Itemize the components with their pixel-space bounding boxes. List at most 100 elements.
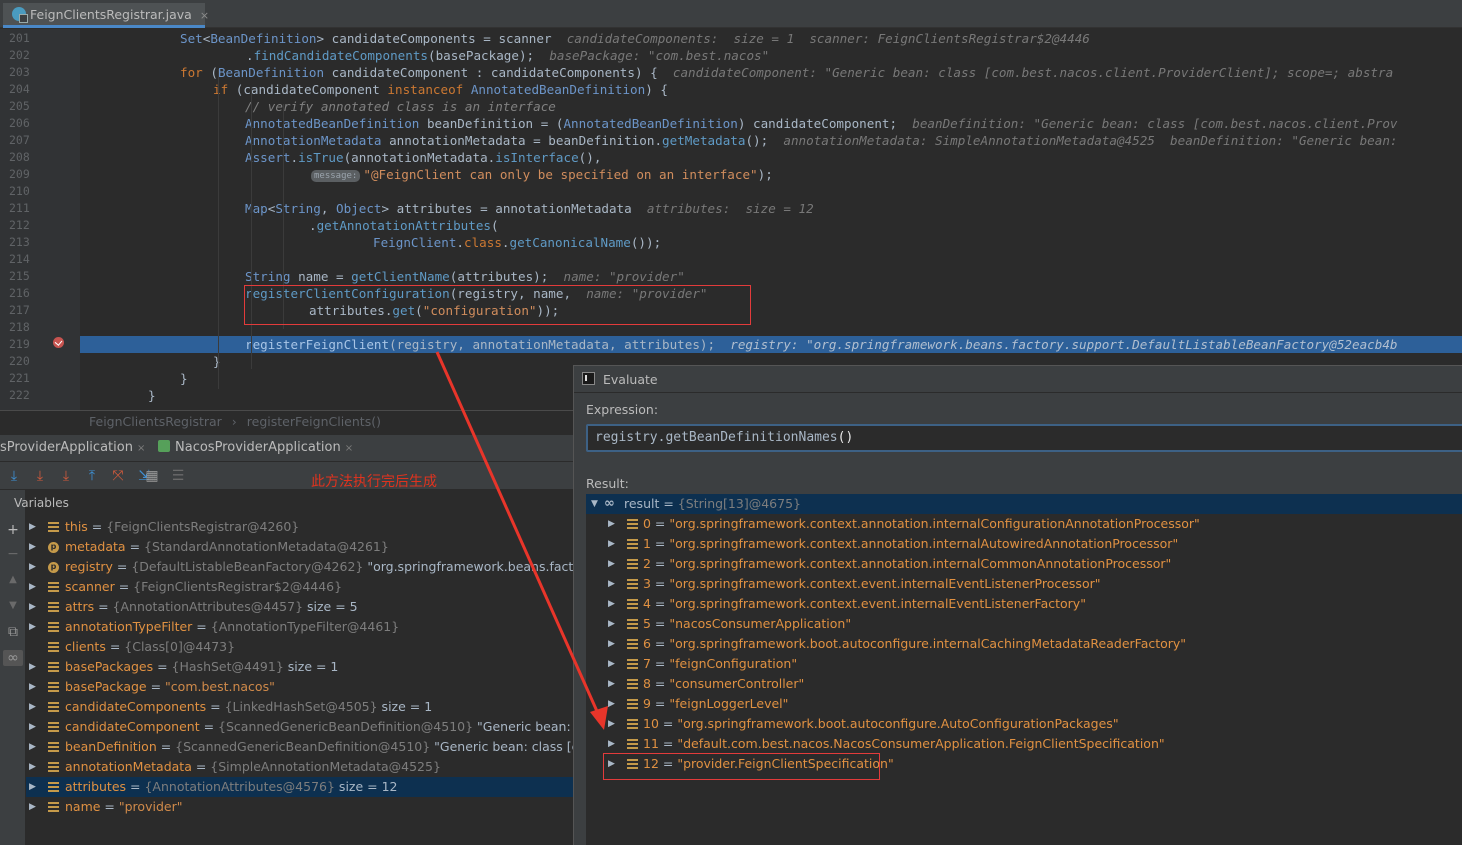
code-line[interactable]: } (80, 370, 188, 387)
debug-tab-provider[interactable]: NacosProviderApplication × (158, 440, 353, 455)
expand-arrow-icon[interactable]: ▶ (608, 614, 615, 634)
code-line[interactable]: if (candidateComponent instanceof Annota… (80, 81, 668, 98)
code-line[interactable]: Set<BeanDefinition> candidateComponents … (80, 30, 1090, 47)
expand-arrow-icon[interactable]: ▶ (608, 594, 615, 614)
expand-arrow-icon[interactable]: ▶ (608, 694, 615, 714)
code-line[interactable] (80, 319, 245, 336)
variable-row-annotationMetadata[interactable]: ▶ annotationMetadata = {SimpleAnnotationM… (26, 757, 573, 777)
code-line[interactable]: } (80, 353, 221, 370)
expand-arrow-icon[interactable]: ▶ (29, 617, 36, 637)
expand-arrow-icon[interactable]: ▶ (608, 674, 615, 694)
expand-arrow-icon[interactable]: ▶ (29, 777, 36, 797)
expand-arrow-icon[interactable]: ▶ (29, 597, 36, 617)
expand-arrow-icon[interactable]: ▶ (29, 737, 36, 757)
code-line[interactable] (80, 183, 245, 200)
trace-stream-icon[interactable]: ☰ (170, 468, 186, 484)
breakpoint-icon[interactable] (53, 337, 64, 348)
code-line[interactable]: AnnotationMetadata annotationMetadata = … (80, 132, 1398, 149)
step-over-icon[interactable]: ⤓ (6, 468, 22, 484)
code-line[interactable]: // verify annotated class is an interfac… (80, 98, 556, 115)
result-item-row[interactable]: ▶ 0 = "org.springframework.context.annota… (586, 514, 1462, 534)
editor-gutter[interactable]: 201 202 203 204 205 206 207 208 209 210 211 212 213 2… (0, 29, 80, 410)
move-up-icon[interactable]: ▲ (5, 572, 21, 588)
code-line[interactable]: AnnotatedBeanDefinition beanDefinition =… (80, 115, 1398, 132)
variable-row-attributes[interactable]: ▶ attributes = {AnnotationAttributes@4576… (26, 777, 573, 797)
collapse-arrow-icon[interactable]: ▼ (591, 494, 598, 514)
add-watch-icon[interactable]: + (5, 522, 21, 538)
variable-row-scanner[interactable]: ▶ scanner = {FeignClientsRegistrar$2@4446… (26, 577, 573, 597)
expand-arrow-icon[interactable]: ▶ (608, 734, 615, 754)
variable-row-this[interactable]: ▶ this = {FeignClientsRegistrar@4260} (26, 517, 573, 537)
result-item-row[interactable]: ▶ 5 = "nacosConsumerApplication" (586, 614, 1462, 634)
expand-arrow-icon[interactable]: ▶ (608, 554, 615, 574)
result-tree[interactable]: ▼ ∞ result = {String[13]@4675} ▶ 0 = "org.sp… (586, 494, 1462, 845)
result-item-row[interactable]: ▶ 11 = "default.com.best.nacos.NacosConsu… (586, 734, 1462, 754)
expand-arrow-icon[interactable]: ▶ (29, 697, 36, 717)
result-item-row[interactable]: ▶ 1 = "org.springframework.context.annota… (586, 534, 1462, 554)
editor-tab-feignclientsregistrar[interactable]: FeignClientsRegistrar.java × (3, 3, 209, 28)
expression-input[interactable]: registry.getBeanDefinitionNames() (586, 424, 1462, 452)
move-down-icon[interactable]: ▼ (5, 598, 21, 614)
expand-arrow-icon[interactable]: ▶ (608, 714, 615, 734)
result-root-row[interactable]: ▼ ∞ result = {String[13]@4675} (586, 494, 1462, 514)
show-watches-icon[interactable]: ∞ (3, 650, 23, 666)
code-line[interactable]: FeignClient.class.getCanonicalName()); (80, 234, 661, 251)
breadcrumb-class[interactable]: FeignClientsRegistrar (89, 414, 222, 429)
code-line[interactable]: message: "@FeignClient can only be specif… (80, 166, 773, 183)
expand-arrow-icon[interactable]: ▶ (29, 757, 36, 777)
variables-tree[interactable]: ▶ this = {FeignClientsRegistrar@4260} ▶ p me… (26, 517, 573, 845)
result-item-row[interactable]: ▶ 9 = "feignLoggerLevel" (586, 694, 1462, 714)
code-line[interactable]: String name = getClientName(attributes);… (80, 268, 685, 285)
code-line[interactable]: .findCandidateComponents(basePackage); b… (80, 47, 769, 64)
code-editor[interactable]: Set<BeanDefinition> candidateComponents … (80, 29, 1462, 410)
expand-arrow-icon[interactable]: ▶ (608, 534, 615, 554)
expand-arrow-icon[interactable]: ▶ (608, 634, 615, 654)
expand-arrow-icon[interactable]: ▶ (29, 517, 36, 537)
expand-arrow-icon[interactable]: ▶ (608, 514, 615, 534)
variable-row-attrs[interactable]: ▶ attrs = {AnnotationAttributes@4457} siz… (26, 597, 573, 617)
code-line[interactable]: } (80, 387, 156, 404)
expand-arrow-icon[interactable]: ▶ (29, 677, 36, 697)
variable-row-beanDefinition[interactable]: ▶ beanDefinition = {ScannedGenericBeanDef… (26, 737, 573, 757)
result-item-row[interactable]: ▶ 10 = "org.springframework.boot.autoconf… (586, 714, 1462, 734)
step-out-icon[interactable]: ⤒ (84, 468, 100, 484)
expand-arrow-icon[interactable]: ▶ (29, 797, 36, 817)
variable-row-candidateComponents[interactable]: ▶ candidateComponents = {LinkedHashSet@45… (26, 697, 573, 717)
expand-arrow-icon[interactable]: ▶ (608, 654, 615, 674)
code-line[interactable]: for (BeanDefinition candidateComponent :… (80, 64, 1393, 81)
drop-frame-icon[interactable]: ⤧ (110, 468, 126, 484)
code-line[interactable]: Assert.isTrue(annotationMetadata.isInter… (80, 149, 601, 166)
variable-row-candidateComponent[interactable]: ▶ candidateComponent = {ScannedGenericBea… (26, 717, 573, 737)
expand-arrow-icon[interactable]: ▶ (29, 577, 36, 597)
expand-arrow-icon[interactable]: ▶ (608, 574, 615, 594)
result-item-row[interactable]: ▶ 3 = "org.springframework.context.event.… (586, 574, 1462, 594)
code-line[interactable]: Map<String, Object> attributes = annotat… (80, 200, 814, 217)
variable-row-metadata[interactable]: ▶ p metadata = {StandardAnnotationMetadata… (26, 537, 573, 557)
force-step-into-icon[interactable]: ⤓ (58, 468, 74, 484)
expand-arrow-icon[interactable]: ▶ (29, 537, 36, 557)
evaluate-expression-icon[interactable]: ▦ (144, 468, 160, 484)
expand-arrow-icon[interactable]: ▶ (29, 717, 36, 737)
close-tab-icon[interactable]: × (200, 9, 209, 22)
result-item-row[interactable]: ▶ 6 = "org.springframework.boot.autoconfi… (586, 634, 1462, 654)
code-line[interactable]: .getAnnotationAttributes( (80, 217, 499, 234)
step-into-icon[interactable]: ⤓ (32, 468, 48, 484)
result-item-row[interactable]: ▶ 7 = "feignConfiguration" (586, 654, 1462, 674)
variable-row-clients[interactable]: clients = {Class[0]@4473} (26, 637, 573, 657)
expand-arrow-icon[interactable]: ▶ (29, 657, 36, 677)
result-item-row[interactable]: ▶ 2 = "org.springframework.context.annota… (586, 554, 1462, 574)
close-tab-icon[interactable]: × (137, 443, 145, 454)
copy-icon[interactable]: ⧉ (5, 624, 21, 640)
variable-row-basePackage[interactable]: ▶ basePackage = "com.best.nacos" (26, 677, 573, 697)
variable-row-basePackages[interactable]: ▶ basePackages = {HashSet@4491} size = 1 (26, 657, 573, 677)
current-execution-line[interactable]: registerFeignClient(registry, annotation… (80, 336, 1462, 353)
variable-row-annotationTypeFilter[interactable]: ▶ annotationTypeFilter = {AnnotationTypeF… (26, 617, 573, 637)
code-line[interactable] (80, 251, 245, 268)
result-item-row[interactable]: ▶ 4 = "org.springframework.context.event.… (586, 594, 1462, 614)
close-tab-icon[interactable]: × (345, 443, 353, 454)
variable-row-name[interactable]: ▶ name = "provider" (26, 797, 573, 817)
debug-tab-consumer[interactable]: sProviderApplication × (0, 440, 145, 455)
result-item-row[interactable]: ▶ 8 = "consumerController" (586, 674, 1462, 694)
breadcrumb-method[interactable]: registerFeignClients() (247, 414, 381, 429)
expand-arrow-icon[interactable]: ▶ (29, 557, 36, 577)
